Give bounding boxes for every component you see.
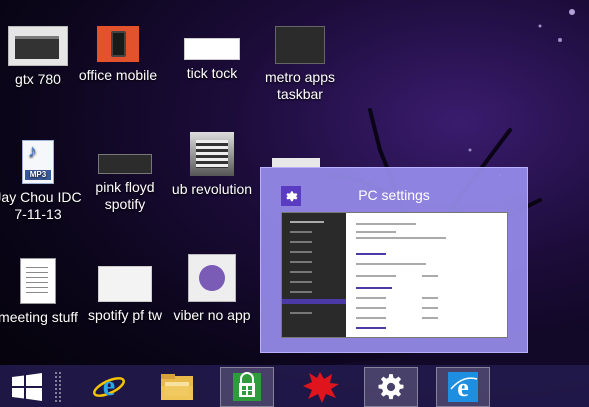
- taskbar-preview-pc-settings[interactable]: PC settings: [260, 167, 528, 353]
- icon-label: tick tock: [186, 65, 238, 81]
- image-thumbnail-icon: [190, 132, 234, 176]
- image-thumbnail-icon: [97, 26, 139, 62]
- image-thumbnail-icon: [275, 26, 325, 64]
- icon-label: office mobile: [78, 67, 158, 83]
- text-document-icon: [20, 258, 56, 304]
- store-bag-icon: [233, 372, 261, 401]
- start-button[interactable]: [0, 367, 54, 407]
- icon-label: viber no app: [173, 307, 251, 323]
- red-splat-icon: [303, 372, 339, 403]
- folder-icon: [161, 374, 193, 400]
- gear-icon: [378, 374, 404, 400]
- taskbar-grip: [54, 371, 62, 403]
- mp3-file-icon: ♪ MP3: [22, 140, 54, 184]
- image-thumbnail-icon: [188, 254, 236, 302]
- desktop-icon-spotify-pf-tw[interactable]: spotify pf tw: [77, 266, 173, 324]
- desktop-icon-jay-chou[interactable]: ♪ MP3 Jay Chou IDC 7-11-13: [0, 140, 86, 223]
- taskbar-internet-explorer-modern[interactable]: e: [436, 367, 490, 407]
- taskbar: e e: [0, 365, 589, 407]
- preview-title: PC settings: [358, 187, 430, 203]
- svg-text:e: e: [103, 371, 115, 402]
- taskbar-store[interactable]: [220, 367, 274, 407]
- image-thumbnail-icon: [98, 266, 152, 302]
- svg-text:e: e: [457, 373, 469, 402]
- internet-explorer-icon: e: [448, 372, 478, 402]
- desktop-icon-tick-tock[interactable]: tick tock: [164, 26, 260, 82]
- desktop-icon-viber-no-app[interactable]: viber no app: [164, 254, 260, 324]
- image-thumbnail-icon: [184, 38, 240, 60]
- icon-label: Jay Chou IDC 7-11-13: [0, 189, 82, 222]
- taskbar-pc-settings[interactable]: [364, 367, 418, 407]
- desktop-icon-office-mobile[interactable]: office mobile: [70, 26, 166, 84]
- windows-logo-icon: [12, 373, 42, 401]
- image-thumbnail-icon: [98, 154, 152, 174]
- taskbar-internet-explorer[interactable]: e: [82, 367, 136, 407]
- icon-label: spotify pf tw: [88, 307, 162, 323]
- taskbar-red-app[interactable]: [294, 367, 348, 407]
- icon-label: metro apps taskbar: [264, 69, 336, 102]
- desktop-icon-metro-apps-taskbar[interactable]: metro apps taskbar: [252, 26, 348, 103]
- desktop-icon-pink-floyd-spotify[interactable]: pink floyd spotify: [77, 140, 173, 213]
- taskbar-file-explorer[interactable]: [150, 367, 204, 407]
- desktop-icon-meeting-stuff[interactable]: meeting stuff: [0, 258, 86, 326]
- icon-label: pink floyd spotify: [95, 179, 155, 212]
- icon-label: ub revolution: [171, 181, 253, 197]
- image-thumbnail-icon: [8, 26, 68, 66]
- icon-label: meeting stuff: [0, 309, 78, 325]
- internet-explorer-icon: e: [93, 371, 125, 402]
- desktop-icon-ub-revolution[interactable]: ub revolution: [164, 132, 260, 198]
- preview-window-thumbnail: [281, 212, 508, 338]
